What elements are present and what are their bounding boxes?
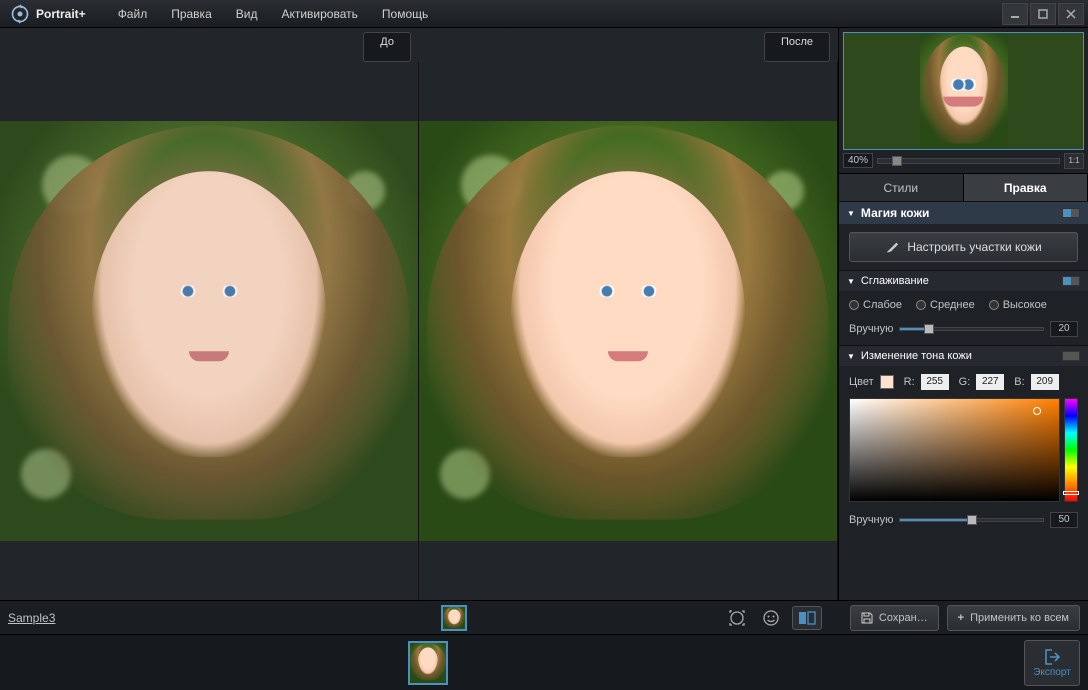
color-picker-hue[interactable] xyxy=(1064,398,1078,502)
smoothing-medium[interactable]: Среднее xyxy=(916,299,975,311)
current-thumbnail[interactable] xyxy=(441,605,467,631)
plus-icon: + xyxy=(958,612,964,624)
section-skin-tone[interactable]: ▼ Изменение тона кожи xyxy=(839,345,1088,366)
r-value[interactable]: 255 xyxy=(921,374,949,390)
close-button[interactable] xyxy=(1058,3,1084,25)
chevron-down-icon: ▼ xyxy=(847,277,855,286)
configure-skin-areas-button[interactable]: Настроить участки кожи xyxy=(849,232,1078,262)
maximize-button[interactable] xyxy=(1030,3,1056,25)
menu-edit[interactable]: Правка xyxy=(159,7,224,21)
menu-help[interactable]: Помощь xyxy=(370,7,440,21)
titlebar: Portrait+ Файл Правка Вид Активировать П… xyxy=(0,0,1088,28)
export-icon xyxy=(1043,649,1061,665)
section-smoothing[interactable]: ▼ Сглаживание xyxy=(839,270,1088,291)
navigator-preview: 40% 1:1 xyxy=(839,28,1088,173)
skin-magic-toggle[interactable] xyxy=(1062,208,1080,218)
skintone-value[interactable]: 50 xyxy=(1050,512,1078,528)
smiley-icon[interactable] xyxy=(758,605,784,631)
section-title: Сглаживание xyxy=(861,275,929,287)
filmstrip: Экспорт xyxy=(0,634,1088,690)
section-title: Изменение тона кожи xyxy=(861,350,972,362)
zoom-percent: 40% xyxy=(843,153,873,168)
compare-view-button[interactable] xyxy=(792,606,822,630)
zoom-slider[interactable] xyxy=(877,158,1060,164)
r-label: R: xyxy=(904,376,915,388)
face-detect-icon[interactable] xyxy=(724,605,750,631)
filmstrip-thumbnail[interactable] xyxy=(408,641,448,685)
tab-edit[interactable]: Правка xyxy=(964,174,1088,201)
menu-activate[interactable]: Активировать xyxy=(269,7,369,21)
chevron-down-icon: ▼ xyxy=(847,352,855,361)
smoothing-weak[interactable]: Слабое xyxy=(849,299,902,311)
smoothing-slider[interactable] xyxy=(899,327,1044,331)
zoom-fit-button[interactable]: 1:1 xyxy=(1064,153,1084,169)
smoothing-toggle[interactable] xyxy=(1062,276,1080,286)
save-button[interactable]: Сохран… xyxy=(850,605,939,631)
b-label: B: xyxy=(1014,376,1024,388)
b-value[interactable]: 209 xyxy=(1031,374,1059,390)
menu-view[interactable]: Вид xyxy=(224,7,270,21)
after-label: После xyxy=(764,32,830,62)
brush-icon xyxy=(885,240,899,254)
skintone-manual-label: Вручную xyxy=(849,514,893,526)
skintone-slider[interactable] xyxy=(899,518,1044,522)
navigator-image[interactable] xyxy=(843,32,1084,150)
menu-file[interactable]: Файл xyxy=(106,7,160,21)
tab-styles[interactable]: Стили xyxy=(839,174,964,201)
color-picker-satval[interactable] xyxy=(849,398,1060,502)
export-button[interactable]: Экспорт xyxy=(1024,640,1080,686)
apply-all-button[interactable]: + Применить ко всем xyxy=(947,605,1080,631)
section-title: Магия кожи xyxy=(861,206,929,220)
after-image-pane[interactable] xyxy=(419,62,838,600)
app-name: Portrait+ xyxy=(36,7,86,21)
color-swatch[interactable] xyxy=(880,375,894,389)
minimize-button[interactable] xyxy=(1002,3,1028,25)
skin-tone-toggle[interactable] xyxy=(1062,351,1080,361)
section-skin-magic[interactable]: ▼ Магия кожи xyxy=(839,201,1088,224)
image-viewer: До После xyxy=(0,28,838,600)
smoothing-high[interactable]: Высокое xyxy=(989,299,1047,311)
side-panel: 40% 1:1 Стили Правка ▼ Магия кожи Настро… xyxy=(838,28,1088,600)
chevron-down-icon: ▼ xyxy=(847,209,855,218)
g-label: G: xyxy=(959,376,971,388)
before-image-pane[interactable] xyxy=(0,62,419,600)
app-icon xyxy=(10,4,30,24)
smoothing-manual-label: Вручную xyxy=(849,323,893,335)
project-name[interactable]: Sample3 xyxy=(8,611,55,625)
save-icon xyxy=(861,612,873,624)
g-value[interactable]: 227 xyxy=(976,374,1004,390)
smoothing-value[interactable]: 20 xyxy=(1050,321,1078,337)
color-label: Цвет xyxy=(849,376,874,388)
bottom-toolbar: Sample3 Сохран… + Применить ко всем xyxy=(0,600,1088,634)
before-label: До xyxy=(363,32,411,62)
